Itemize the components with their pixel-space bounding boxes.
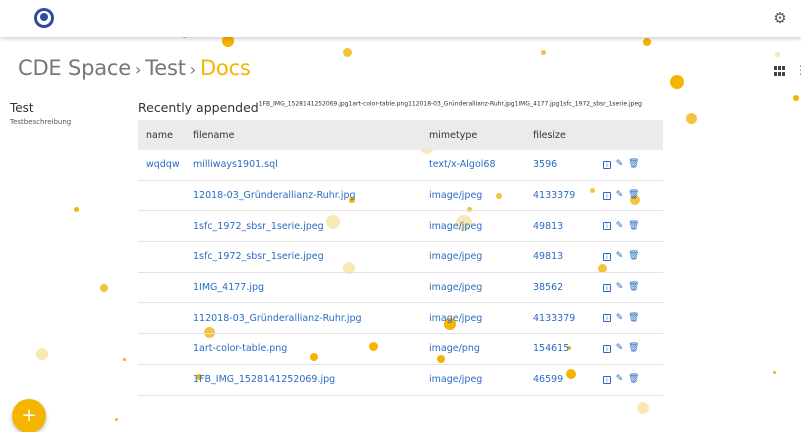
header-filesize: filesize [533,129,566,141]
decor-dot [775,52,780,57]
edit-icon[interactable]: ✎ [615,160,624,169]
breadcrumb-separator: › [134,60,142,79]
header-mimetype: mimetype [429,129,478,141]
row-mimetype[interactable]: image/jpeg [429,251,533,262]
info-icon[interactable]: i [603,252,611,261]
side-title: Test [10,101,34,115]
documents-table: name filename mimetype filesize wqdqw mi… [138,120,663,396]
breadcrumb-item-test[interactable]: Test [145,56,186,80]
trash-icon[interactable]: 🗑 [628,160,639,169]
table-row: 1art-color-table.png image/png 154615 i ✎… [138,334,663,365]
edit-icon[interactable]: ✎ [615,191,624,200]
row-filename[interactable]: milliways1901.sql [193,159,429,170]
row-mimetype[interactable]: text/x-Algol68 [429,159,533,170]
row-filesize[interactable]: 4133379 [533,313,603,324]
trash-icon[interactable]: 🗑 [628,252,639,261]
trash-icon[interactable]: 🗑 [628,221,639,231]
row-filesize[interactable]: 49813 [533,251,603,262]
decor-dot [773,371,776,374]
more-vert-icon[interactable]: ⋮ [795,63,801,77]
decor-dot [541,50,546,55]
info-icon[interactable]: i [603,222,611,231]
edit-icon[interactable]: ✎ [615,375,624,384]
trash-icon[interactable]: 🗑 [628,191,639,200]
table-row: 1sfc_1972_sbsr_1serie.jpeg image/jpeg 49… [138,211,663,243]
row-filename[interactable]: 1sfc_1972_sbsr_1serie.jpeg [193,251,429,262]
row-mimetype[interactable]: image/jpeg [429,221,533,232]
row-mimetype[interactable]: image/jpeg [429,282,533,293]
header-name: name [146,129,173,141]
recently-appended: Recently appended1FB_IMG_1528141252069.j… [138,97,642,116]
breadcrumb-item-docs: Docs [199,56,251,80]
decor-dot [36,348,48,360]
table-row: 1FB_IMG_1528141252069.jpg image/jpeg 465… [138,365,663,396]
table-row: 112018-03_Gründerallianz-Ruhr.jpg image/… [138,303,663,335]
row-mimetype[interactable]: image/png [429,343,533,354]
edit-icon[interactable]: ✎ [615,283,624,292]
row-filesize[interactable]: 4133379 [533,190,603,201]
info-icon[interactable]: i [603,375,611,384]
decor-dot [686,113,697,124]
row-name[interactable]: wqdqw [138,159,193,170]
info-icon[interactable]: i [603,344,611,353]
table-row: wqdqw milliways1901.sql text/x-Algol68 3… [138,150,663,181]
table-row: 1IMG_4177.jpg image/jpeg 38562 i ✎ 🗑 [138,273,663,304]
decor-dot [100,284,108,292]
row-mimetype[interactable]: image/jpeg [429,374,533,385]
row-filesize[interactable]: 38562 [533,282,603,293]
row-mimetype[interactable]: image/jpeg [429,313,533,324]
decor-dot [74,207,79,212]
row-filesize[interactable]: 154615 [533,343,603,354]
row-filename[interactable]: 1IMG_4177.jpg [193,282,429,293]
info-icon[interactable]: i [603,160,611,169]
table-row: 1sfc_1972_sbsr_1serie.jpeg image/jpeg 49… [138,242,663,273]
trash-icon[interactable]: 🗑 [628,344,639,353]
info-icon[interactable]: i [603,191,611,200]
decor-dot [793,95,799,101]
decor-dot [670,75,684,89]
row-filename[interactable]: 112018-03_Gründerallianz-Ruhr.jpg [193,313,429,324]
edit-icon[interactable]: ✎ [615,344,624,353]
row-filename[interactable]: 12018-03_Gründerallianz-Ruhr.jpg [193,190,429,201]
gear-icon[interactable]: ⚙ [772,10,788,26]
table-header: name filename mimetype filesize [138,120,663,150]
top-bar: ⚙ [0,0,801,37]
trash-icon[interactable]: 🗑 [628,375,639,384]
breadcrumb: CDE Space › Test › Docs [18,56,251,80]
table-row: 12018-03_Gründerallianz-Ruhr.jpg image/j… [138,181,663,212]
decor-dot [123,358,126,361]
cde-logo-icon[interactable] [34,8,54,28]
trash-icon[interactable]: 🗑 [628,313,639,323]
row-filesize[interactable]: 49813 [533,221,603,232]
row-filename[interactable]: 1FB_IMG_1528141252069.jpg [193,374,429,385]
row-filesize[interactable]: 46599 [533,374,603,385]
edit-icon[interactable]: ✎ [615,313,624,323]
edit-icon[interactable]: ✎ [615,252,624,261]
breadcrumb-item-space[interactable]: CDE Space [18,56,131,80]
row-filename[interactable]: 1sfc_1972_sbsr_1serie.jpeg [193,221,429,232]
row-filesize[interactable]: 3596 [533,159,603,170]
decor-dot [343,48,352,57]
grid-view-icon[interactable] [774,66,786,76]
decor-dot [637,402,649,414]
decor-dot [115,418,118,421]
edit-icon[interactable]: ✎ [615,221,624,231]
recently-appended-label: Recently appended [138,100,259,115]
info-icon[interactable]: i [603,283,611,292]
side-description: Testbeschreibung [10,118,72,126]
decor-dot [643,38,651,46]
breadcrumb-separator: › [189,60,196,79]
trash-icon[interactable]: 🗑 [628,283,639,292]
add-button[interactable]: + [12,399,46,432]
info-icon[interactable]: i [603,314,611,323]
row-mimetype[interactable]: image/jpeg [429,190,533,201]
recently-appended-files: 1FB_IMG_1528141252069.jpg1art-color-tabl… [258,100,642,108]
row-filename[interactable]: 1art-color-table.png [193,343,429,354]
header-filename: filename [193,129,235,141]
